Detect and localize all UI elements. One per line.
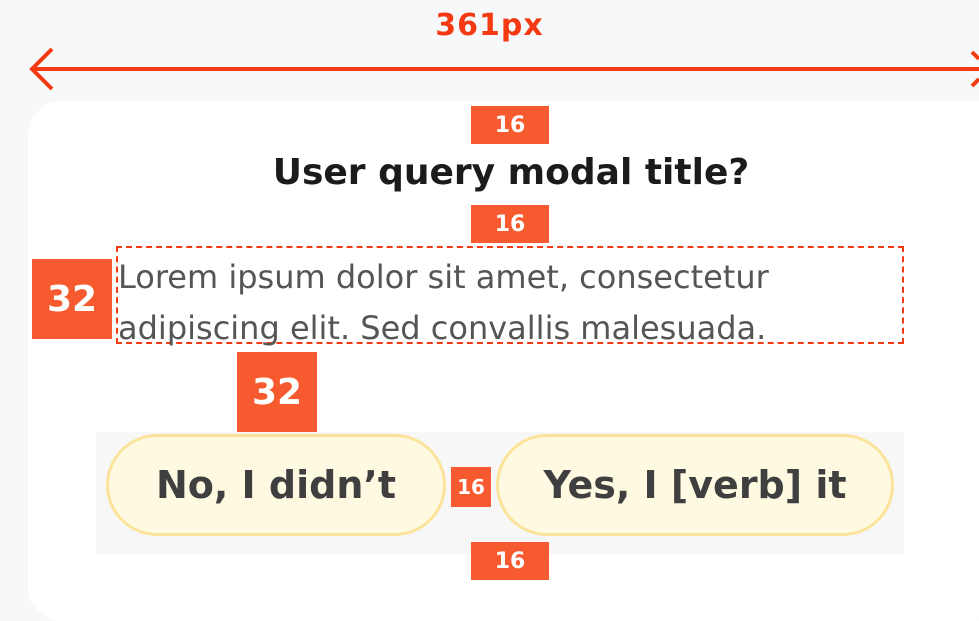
spacing-badge-button-gap: 16 — [451, 467, 491, 507]
spacing-badge-top: 16 — [471, 106, 549, 144]
modal-body-text-box: Lorem ipsum dolor sit amet, consectetur … — [116, 246, 904, 347]
width-measure-arrow — [29, 47, 979, 91]
yes-button[interactable]: Yes, I [verb] it — [496, 434, 894, 536]
no-button[interactable]: No, I didn’t — [106, 434, 446, 536]
spacing-badge-body-to-buttons: 32 — [237, 352, 317, 432]
width-measure-label: 361px — [435, 8, 544, 43]
spacing-badge-side-padding: 32 — [32, 259, 112, 339]
modal-title: User query modal title? — [272, 152, 750, 193]
spacing-badge-title-gap: 16 — [471, 205, 549, 243]
spacing-badge-bottom: 16 — [471, 542, 549, 580]
modal-body-text: Lorem ipsum dolor sit amet, consectetur … — [118, 258, 769, 347]
